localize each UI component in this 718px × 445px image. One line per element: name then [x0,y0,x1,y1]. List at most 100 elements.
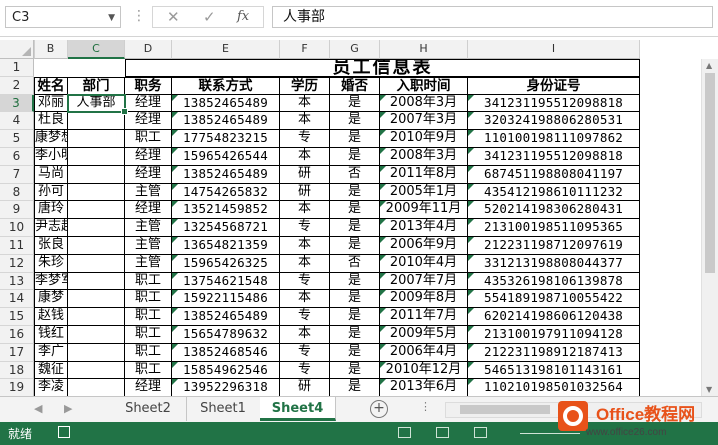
cancel-icon[interactable]: ✕ [167,8,180,26]
cell-name[interactable]: 马尚 [34,165,68,184]
table-cell[interactable] [68,254,125,273]
table-cell[interactable] [68,130,125,148]
table-cell[interactable]: 110210198501032564 [468,379,640,398]
table-cell[interactable]: 否 [330,254,380,273]
table-cell[interactable] [68,148,125,166]
cell-name[interactable]: 康梦想 [34,130,68,148]
table-cell[interactable]: 212231198712097619 [468,237,640,255]
column-header-b[interactable]: B [34,40,68,59]
table-cell[interactable]: 主管 [125,237,172,255]
tab-sheet4[interactable]: Sheet4 [260,397,336,421]
table-cell[interactable]: 435326198106139878 [468,272,640,291]
row-header-14[interactable]: 14 [0,290,34,309]
table-cell[interactable]: 2006年9月 [380,237,468,255]
table-cell[interactable]: 15854962546 [172,361,280,380]
table-cell[interactable]: 研 [280,379,330,398]
table-cell[interactable]: 职工 [125,290,172,309]
table-cell[interactable]: 331213198808044377 [468,254,640,273]
vertical-scrollbar[interactable]: ▲ ▼ [701,59,718,396]
table-cell[interactable] [68,237,125,255]
table-cell[interactable]: 是 [330,148,380,166]
table-cell[interactable] [68,308,125,326]
row-header-8[interactable]: 8 [0,183,34,202]
table-cell[interactable] [68,361,125,380]
table-cell[interactable]: 研 [280,183,330,202]
table-cell[interactable]: 是 [330,343,380,362]
table-cell[interactable]: 2009年11月 [380,201,468,220]
table-cell[interactable]: 是 [330,219,380,237]
table-cell[interactable]: 2005年1月 [380,183,468,202]
cell-name[interactable]: 康梦 [34,290,68,309]
cell-name[interactable]: 李广 [34,343,68,362]
table-cell[interactable]: 213100198511095365 [468,219,640,237]
table-cell[interactable]: 2011年8月 [380,165,468,184]
table-cell[interactable] [68,272,125,291]
row-header-13[interactable]: 13 [0,272,34,291]
table-cell[interactable]: 本 [280,148,330,166]
table-cell[interactable]: 687451198808041197 [468,165,640,184]
column-header-g[interactable]: G [330,40,380,59]
table-cell[interactable]: 14754265832 [172,183,280,202]
table-cell[interactable]: 本 [280,290,330,309]
table-cell[interactable]: 职工 [125,361,172,380]
column-header-d[interactable]: D [125,40,172,59]
row-header-19[interactable]: 19 [0,379,34,398]
name-box[interactable]: C3 ▼ [5,6,121,28]
table-cell[interactable] [68,112,125,131]
column-header-i[interactable]: I [468,40,640,59]
chevron-down-icon[interactable]: ▼ [108,7,115,29]
table-cell[interactable]: 职工 [125,326,172,344]
cell-name[interactable]: 朱珍 [34,254,68,273]
table-cell[interactable]: 2009年5月 [380,326,468,344]
table-cell[interactable]: 是 [330,112,380,131]
column-header-h[interactable]: H [380,40,468,59]
table-cell[interactable]: 2013年6月 [380,379,468,398]
table-cell[interactable]: 本 [280,326,330,344]
table-header-cell[interactable]: 职务 [125,76,172,95]
column-header-c[interactable]: C [68,40,125,59]
table-cell[interactable]: 435412198610111232 [468,183,640,202]
formula-input[interactable]: 人事部 [272,6,713,28]
table-cell[interactable]: 是 [330,183,380,202]
table-cell[interactable]: 2007年3月 [380,112,468,131]
table-cell[interactable]: 职工 [125,343,172,362]
table-cell[interactable]: 经理 [125,148,172,166]
table-cell[interactable]: 2009年8月 [380,290,468,309]
table-cell[interactable]: 17754823215 [172,130,280,148]
row-header-15[interactable]: 15 [0,308,34,326]
table-cell[interactable] [68,379,125,398]
row-header-4[interactable]: 4 [0,112,34,131]
table-cell[interactable]: 341231195512098818 [468,94,640,113]
cell-name[interactable]: 孙可 [34,183,68,202]
row-header-7[interactable]: 7 [0,165,34,184]
table-cell[interactable]: 是 [330,272,380,291]
column-header-partial-left[interactable] [34,40,35,59]
tab-split-handle-icon[interactable]: ⋮ [420,400,431,413]
table-cell[interactable] [68,290,125,309]
row-header-1[interactable]: 1 [0,59,34,77]
table-cell[interactable]: 13852465489 [172,94,280,113]
table-cell[interactable]: 否 [330,165,380,184]
scroll-down-icon[interactable]: ▼ [706,385,712,394]
next-sheet-icon[interactable]: ▶ [64,402,72,415]
table-cell[interactable]: 专 [280,130,330,148]
column-header-e[interactable]: E [172,40,280,59]
table-cell[interactable]: 2010年9月 [380,130,468,148]
row-header-10[interactable]: 10 [0,219,34,237]
row-header-2[interactable]: 2 [0,76,34,95]
table-cell[interactable]: 520214198306280431 [468,201,640,220]
table-cell[interactable]: 本 [280,201,330,220]
page-layout-icon[interactable] [436,427,449,438]
active-cell-selection[interactable] [67,93,128,116]
table-cell[interactable]: 2010年4月 [380,254,468,273]
table-cell[interactable]: 主管 [125,183,172,202]
row-header-5[interactable]: 5 [0,130,34,148]
macro-record-icon[interactable] [58,426,70,438]
table-header-cell[interactable]: 联系方式 [172,76,280,95]
table-cell[interactable]: 554189198710055422 [468,290,640,309]
table-header-cell[interactable]: 学历 [280,76,330,95]
table-cell[interactable]: 2010年12月 [380,361,468,380]
table-cell[interactable]: 经理 [125,379,172,398]
table-cell[interactable] [68,183,125,202]
table-cell[interactable]: 110100198111097862 [468,130,640,148]
